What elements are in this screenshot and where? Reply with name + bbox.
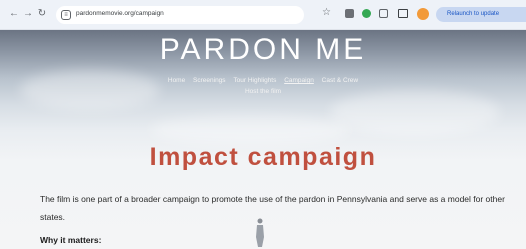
intro-paragraph: The film is one part of a broader campai… [40, 194, 505, 222]
extensions-puzzle-icon[interactable] [379, 9, 388, 18]
extension-icon[interactable] [345, 9, 354, 18]
forward-icon[interactable]: → [22, 8, 34, 20]
nav-cast-crew[interactable]: Cast & Crew [322, 77, 358, 84]
back-icon[interactable]: ← [8, 8, 20, 20]
nav-campaign[interactable]: Campaign [284, 77, 314, 84]
page-content: PARDON ME Home Screenings Tour Highlight… [0, 30, 526, 249]
why-it-matters-heading: Why it matters: [40, 235, 102, 245]
nav-screenings[interactable]: Screenings [193, 77, 226, 84]
relaunch-button[interactable]: Relaunch to update [436, 7, 526, 22]
nav-home[interactable]: Home [168, 77, 185, 84]
reload-icon[interactable]: ↻ [36, 8, 48, 20]
side-panel-icon[interactable] [398, 9, 408, 18]
main-nav: Home Screenings Tour Highlights Campaign… [0, 77, 526, 84]
site-title[interactable]: PARDON ME [0, 33, 526, 67]
nav-tour-highlights[interactable]: Tour Highlights [233, 77, 276, 84]
site-info-icon[interactable]: ≡ [61, 10, 71, 20]
browser-toolbar: ← → ↻ ≡ pardonmemovie.org/campaign ☆ Rel… [0, 0, 526, 30]
cloud-decoration [150, 115, 350, 145]
nav-host-the-film[interactable]: Host the film [0, 88, 526, 95]
cloud-decoration [330, 90, 500, 135]
url-text[interactable]: pardonmemovie.org/campaign [76, 10, 164, 17]
page-heading: Impact campaign [149, 143, 377, 171]
address-bar[interactable]: ≡ pardonmemovie.org/campaign [56, 6, 304, 24]
person-silhouette-image [256, 218, 264, 247]
extension-drive-icon[interactable] [362, 9, 371, 18]
profile-avatar[interactable] [417, 8, 429, 20]
bookmark-star-icon[interactable]: ☆ [322, 7, 331, 19]
